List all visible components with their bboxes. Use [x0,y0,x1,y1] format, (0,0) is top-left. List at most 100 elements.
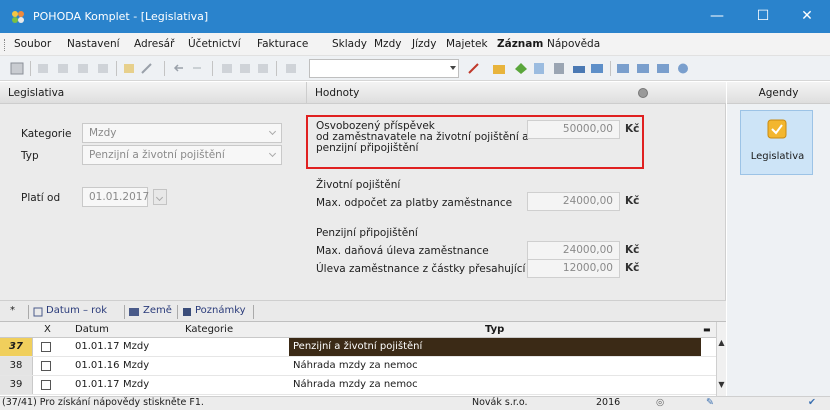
table-row[interactable]: 38 01.01.16 Mzdy Náhrada mzdy za nemoc [0,357,716,376]
copy-record-icon[interactable] [96,62,110,75]
delete-record-icon[interactable] [76,62,90,75]
cell-datum: 01.01.17 [75,341,120,352]
plati-od-field[interactable]: 01.01.2017 [82,187,167,207]
tab-separator [177,305,178,319]
agenda-legislativa-tile[interactable]: Legislativa [740,110,813,175]
split-view-icon[interactable] [656,62,670,75]
records-table: X Datum Kategorie Typ ▬ 37 01.01.17 Mzdy… [0,322,716,396]
tab-poznamky[interactable]: Poznámky [195,305,246,316]
chevron-down-icon [268,127,277,136]
folder-icon[interactable] [492,62,506,75]
kategorie-combo[interactable]: Mzdy [82,123,282,143]
column-header-typ[interactable]: Typ [485,324,504,335]
calendar-dropdown-button[interactable] [153,189,167,205]
cars-icon[interactable] [572,62,586,75]
print-icon[interactable] [238,62,252,75]
filter-icon[interactable] [284,62,298,75]
column-header-kategorie[interactable]: Kategorie [185,324,233,335]
plati-od-label: Platí od [21,192,61,204]
menu-napoveda[interactable]: Nápověda [547,38,600,50]
window-title: POHODA Komplet - [Legislativa] [33,10,209,23]
close-button[interactable]: ✕ [784,0,830,33]
currency-unit: Kč [625,244,640,256]
tab-separator [28,305,29,319]
menu-ucetnictvi[interactable]: Účetnictví [188,38,241,50]
title-bar: POHODA Komplet - [Legislativa] — ☐ ✕ [0,0,830,33]
forward-arrow-icon[interactable] [190,62,204,75]
edit-record-icon[interactable] [56,62,70,75]
tab-star[interactable]: * [10,305,15,316]
calculator-icon[interactable] [552,62,566,75]
menu-grip [4,39,7,51]
list-view-icon[interactable] [616,62,630,75]
wizard-icon[interactable] [122,62,136,75]
currency-unit: Kč [625,123,640,135]
toolbar-separator [212,61,213,76]
currency-unit: Kč [625,195,640,207]
row-checkbox[interactable] [41,342,51,352]
search-tool-icon[interactable] [467,62,481,75]
menu-soubor[interactable]: Soubor [14,38,51,50]
zivotni-pojisteni-header: Životní pojištění [316,179,401,191]
maximize-button[interactable]: ☐ [740,0,786,33]
table-row[interactable]: 39 01.01.17 Mzdy Náhrada mzdy za nemoc [0,376,716,395]
uleva-prevysujici-value[interactable]: 12000,00 [527,259,620,278]
row-checkbox[interactable] [41,380,51,390]
tools-icon[interactable] [140,62,154,75]
iban-icon[interactable] [590,62,604,75]
menu-zaznam[interactable]: Záznam [497,38,543,50]
table-row[interactable]: 37 01.01.17 Mzdy Penzijní a životní poji… [0,338,716,357]
minimize-button[interactable]: — [694,0,740,33]
column-header-datum[interactable]: Datum [75,324,109,335]
green-action-icon[interactable] [514,62,528,75]
status-check-icon[interactable]: ✔ [808,397,816,408]
preview-icon[interactable] [256,62,270,75]
add-record-icon[interactable] [36,62,50,75]
menu-mzdy[interactable]: Mzdy [374,38,401,50]
max-odpocet-value[interactable]: 24000,00 [527,192,620,211]
max-danova-uleva-value[interactable]: 24000,00 [527,241,620,260]
row-number: 38 [0,357,33,375]
scroll-down-icon[interactable]: ▼ [717,380,726,392]
status-bar: (37/41) Pro získání nápovědy stiskněte F… [0,396,830,410]
table-scrollbar[interactable]: ▲ ▼ [716,322,726,396]
menu-sklady[interactable]: Sklady [332,38,367,50]
first-record-icon[interactable] [220,62,234,75]
scroll-up-icon[interactable]: ▲ [717,338,726,350]
save-icon[interactable] [10,62,24,75]
osvobozeny-prispevek-value[interactable]: 50000,00 [527,120,620,139]
back-arrow-icon[interactable] [172,62,186,75]
menu-jizdy[interactable]: Jízdy [412,38,436,50]
legislativa-form: Legislativa Hodnoty Kategorie Mzdy Typ P… [0,82,726,300]
document-icon[interactable] [532,62,546,75]
status-edit-icon[interactable]: ✎ [706,397,714,408]
menu-nastaveni[interactable]: Nastavení [67,38,120,50]
left-pane-header: Legislativa [0,82,306,104]
form-view-icon[interactable] [636,62,650,75]
cell-typ: Náhrada mzdy za nemoc [293,379,418,390]
tab-zeme[interactable]: Země [143,305,172,316]
toolbar-separator [276,61,277,76]
typ-label: Typ [21,150,39,162]
info-icon[interactable] [638,88,648,98]
menu-majetek[interactable]: Majetek [446,38,488,50]
plati-od-value: 01.01.2017 [89,191,150,203]
typ-combo[interactable]: Penzijní a životní pojištění [82,145,282,165]
quick-search-input[interactable] [309,59,459,78]
chevron-down-icon[interactable] [450,66,456,70]
status-info-icon[interactable]: ◎ [656,397,664,408]
tab-datum-rok[interactable]: Datum – rok [46,305,107,316]
cell-kategorie: Mzdy [123,379,150,390]
cell-datum: 01.01.17 [75,379,120,390]
menu-fakturace[interactable]: Fakturace [257,38,308,50]
row-checkbox[interactable] [41,361,51,371]
menu-adresar[interactable]: Adresář [134,38,174,50]
legislativa-icon [767,119,787,139]
max-danova-uleva-label: Max. daňová úleva zaměstnance [316,245,489,257]
status-year: 2016 [596,397,621,408]
column-header-x[interactable]: X [44,324,51,335]
help-icon[interactable] [676,62,690,75]
calendar-icon [33,307,43,317]
tab-strip: * Datum – rok Země Poznámky [0,300,726,322]
column-chooser-icon[interactable]: ▬ [703,325,711,334]
